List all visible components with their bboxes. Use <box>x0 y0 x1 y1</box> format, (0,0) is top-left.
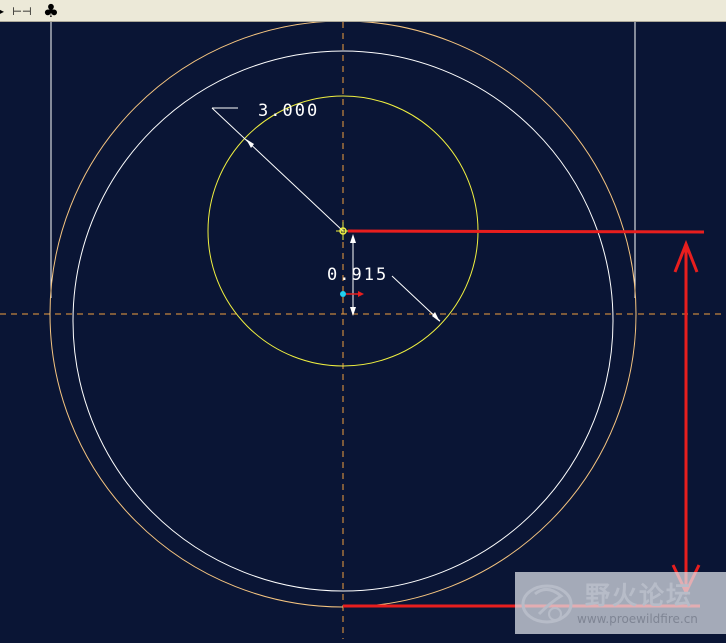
watermark-url: www.proewildfire.cn <box>577 612 698 626</box>
annotation-top-line <box>347 229 705 234</box>
origin-x-arrow <box>358 291 364 297</box>
dimension-tool-icon[interactable]: ⊢⊣ <box>12 1 32 21</box>
sketch-graphics: 3.000 0.915 <box>0 20 726 639</box>
offset-dimension-label[interactable]: 0.915 <box>327 265 388 285</box>
offset-arrow-bottom <box>350 307 356 316</box>
diameter-dimension-label[interactable]: 3.000 <box>258 101 319 121</box>
constraint-tool-icon[interactable]: ♣ <box>40 1 62 22</box>
sketch-canvas[interactable]: 3.000 0.915 <box>0 20 726 639</box>
toolbar-edge-icon[interactable]: ▸ <box>0 1 5 21</box>
offset-arrow-top <box>350 234 356 243</box>
toolbar: ▸ ⊢⊣ ♣ <box>0 0 726 22</box>
watermark-logo: 野火论坛 www.proewildfire.cn <box>515 572 726 634</box>
diameter-leader-line <box>211 107 344 232</box>
watermark-title: 野火论坛 <box>585 581 694 610</box>
origin-dot-icon <box>340 291 346 297</box>
